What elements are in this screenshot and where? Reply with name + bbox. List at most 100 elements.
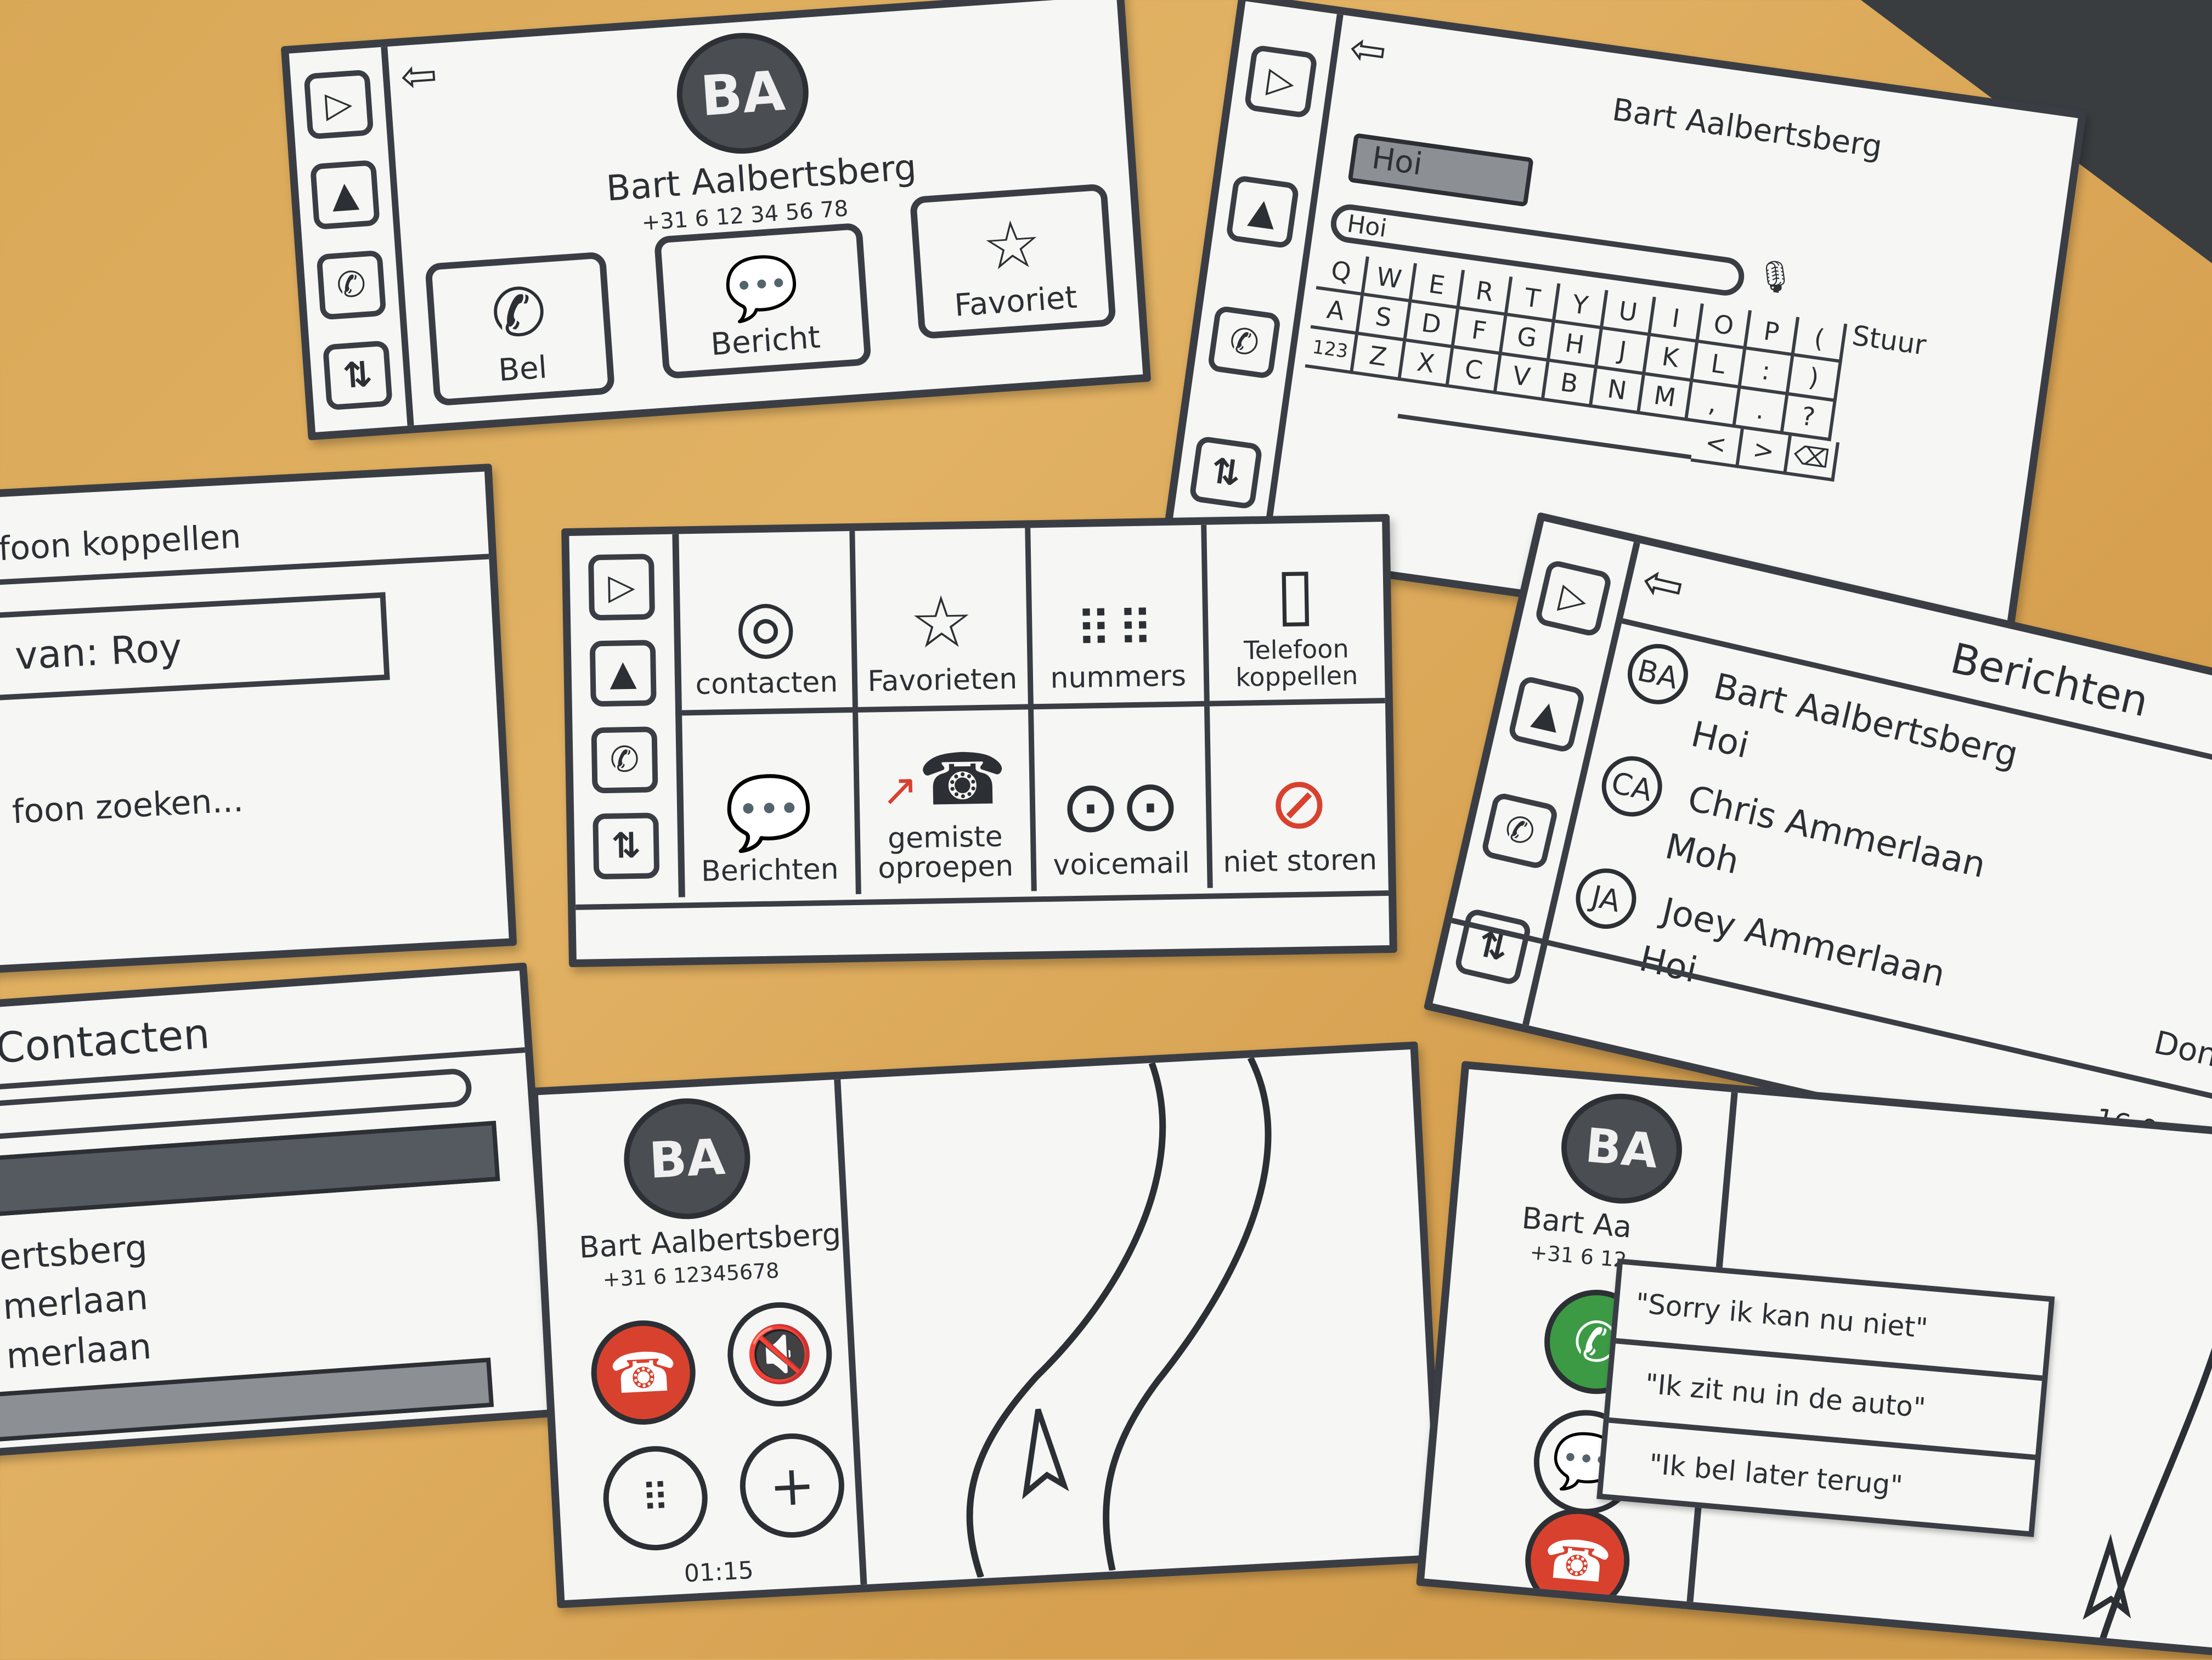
key[interactable]: W [1363, 257, 1417, 303]
phone-icon[interactable]: ✆ [1207, 305, 1282, 380]
key[interactable]: , [1687, 382, 1741, 428]
menu-label: niet storen [1222, 843, 1378, 879]
highlighted-row[interactable] [0, 1120, 500, 1218]
device-field-value: van: Roy [14, 625, 183, 679]
call-button[interactable]: ✆ Bel [425, 251, 616, 406]
back-arrow-icon[interactable]: ⇦ [1637, 551, 1690, 617]
key[interactable]: M [1639, 375, 1693, 421]
contact-name: Bart Aalbertsberg [605, 147, 918, 210]
key[interactable]: T [1507, 276, 1561, 323]
key[interactable]: N [1592, 368, 1645, 415]
phone-icon[interactable]: ✆ [591, 726, 658, 794]
key[interactable]: : [1740, 349, 1795, 396]
key[interactable]: L [1692, 343, 1746, 389]
favorite-button[interactable]: ☆ Favoriet [909, 183, 1116, 340]
key[interactable]: K [1645, 336, 1699, 382]
navigation-icon[interactable]: ▲ [309, 159, 380, 230]
key[interactable]: S [1358, 296, 1412, 342]
menu-label: Telefoon koppellen [1235, 634, 1358, 692]
media-play-icon[interactable]: ▷ [1243, 44, 1318, 119]
phone-icon[interactable]: ✆ [316, 250, 387, 320]
star-icon: ☆ [979, 205, 1044, 286]
message-button[interactable]: 💬 Bericht [653, 222, 872, 380]
voicemail-icon: ⊙⊙ [1060, 764, 1181, 849]
key[interactable]: D [1406, 302, 1460, 349]
quick-reply-panel: "Sorry ik kan nu niet" "Ik zit nu in de … [1596, 1258, 2055, 1537]
road-edge [1103, 1056, 1272, 1571]
sent-message-bubble: Hoi [1347, 133, 1534, 207]
searching-label: foon zoeken... [11, 781, 245, 832]
menu-label: contacten [695, 665, 838, 702]
hang-up-button[interactable]: ☎ [588, 1318, 698, 1427]
key[interactable]: . [1735, 388, 1789, 435]
menu-missed-calls[interactable]: ↗☎ gemiste oproepen [857, 709, 1037, 894]
map-view[interactable] [2036, 1123, 2212, 1657]
send-button[interactable]: Stuur [1850, 319, 1928, 361]
arrow-right-key[interactable]: > [1738, 429, 1792, 475]
chat-icon: 💬 [724, 770, 814, 855]
menu-favorites[interactable]: ☆ Favorieten [854, 528, 1034, 713]
numbers-key[interactable]: 123 [1305, 328, 1358, 375]
media-play-icon[interactable]: ▷ [1534, 558, 1613, 638]
menu-label: gemiste oproepen [877, 820, 1014, 885]
seat-icon[interactable]: ⇅ [1188, 435, 1263, 510]
key[interactable]: X [1400, 341, 1454, 388]
media-play-icon[interactable]: ▷ [588, 554, 656, 621]
arrow-left-key[interactable]: < [1690, 422, 1744, 468]
key[interactable]: R [1459, 270, 1513, 317]
seat-icon[interactable]: ⇅ [592, 812, 660, 880]
key[interactable]: J [1597, 329, 1651, 376]
navigation-icon[interactable]: ▲ [1225, 174, 1300, 250]
avatar: BA [1556, 1088, 1687, 1209]
decline-call-button[interactable]: ☎ [1521, 1504, 1634, 1617]
menu-contacts[interactable]: ◎ contacten [679, 530, 858, 716]
key[interactable]: U [1602, 290, 1656, 336]
key[interactable]: H [1549, 323, 1603, 369]
mute-button[interactable]: 🔇 [725, 1300, 835, 1409]
media-play-icon[interactable]: ▷ [303, 69, 374, 140]
key[interactable]: G [1502, 316, 1555, 362]
menu-do-not-disturb[interactable]: ⊘ niet storen [1209, 703, 1388, 888]
home-menu-sketch: ▷ ▲ ✆ ⇅ ◎ contacten ☆ Favorieten ⠿⠿ numm… [561, 513, 1397, 968]
menu-messages[interactable]: 💬 Berichten [682, 712, 861, 897]
chat-icon: 💬 [721, 250, 802, 326]
menu-grid: ◎ contacten ☆ Favorieten ⠿⠿ nummers ▯ Te… [679, 522, 1388, 897]
key[interactable]: I [1650, 297, 1704, 343]
navigation-icon[interactable]: ▲ [1507, 675, 1587, 754]
key[interactable]: Q [1316, 250, 1369, 296]
menu-voicemail[interactable]: ⊙⊙ voicemail [1034, 706, 1213, 891]
phone-icon[interactable]: ✆ [1480, 791, 1560, 871]
contact-detail-sketch: ▷ ▲ ✆ ⇅ ⇦ BA Bart Aalbertsberg +31 6 12 … [280, 0, 1152, 441]
key[interactable]: Y [1555, 284, 1609, 330]
key[interactable]: ( [1794, 317, 1848, 363]
seat-icon[interactable]: ⇅ [322, 340, 393, 410]
device-field[interactable]: van: Roy [0, 592, 390, 702]
message-label: Bericht [709, 319, 822, 363]
contact-row[interactable]: merlaan [2, 1277, 149, 1328]
add-call-button[interactable]: + [737, 1431, 847, 1540]
menu-pair-phone[interactable]: ▯ Telefoon koppellen [1206, 522, 1385, 707]
key[interactable]: ? [1783, 395, 1837, 442]
key[interactable]: A [1310, 289, 1364, 335]
key[interactable]: O [1698, 303, 1752, 350]
key[interactable]: Z [1352, 335, 1406, 381]
key[interactable]: ) [1788, 356, 1842, 403]
key[interactable]: C [1448, 348, 1502, 394]
key[interactable]: F [1454, 309, 1508, 355]
back-arrow-icon[interactable]: ⇦ [1346, 22, 1390, 77]
microphone-icon[interactable]: 🎙 [1753, 256, 1797, 297]
keypad-button[interactable]: ⠿ [600, 1443, 710, 1553]
key[interactable]: B [1544, 362, 1598, 408]
key[interactable]: V [1496, 355, 1550, 402]
backspace-icon[interactable]: ⌫ [1786, 436, 1840, 482]
contact-row[interactable]: merlaan [5, 1326, 153, 1377]
key[interactable]: E [1411, 263, 1465, 309]
navigation-icon[interactable]: ▲ [589, 640, 657, 707]
key[interactable]: P [1746, 310, 1800, 357]
map-view[interactable] [845, 1049, 1441, 1583]
back-arrow-icon[interactable]: ⇦ [399, 49, 439, 102]
contact-row[interactable]: ertsberg [0, 1228, 149, 1279]
seat-icon[interactable]: ⇅ [1453, 907, 1533, 987]
road-edge [966, 1062, 1166, 1579]
menu-numbers[interactable]: ⠿⠿ nummers [1030, 524, 1210, 710]
